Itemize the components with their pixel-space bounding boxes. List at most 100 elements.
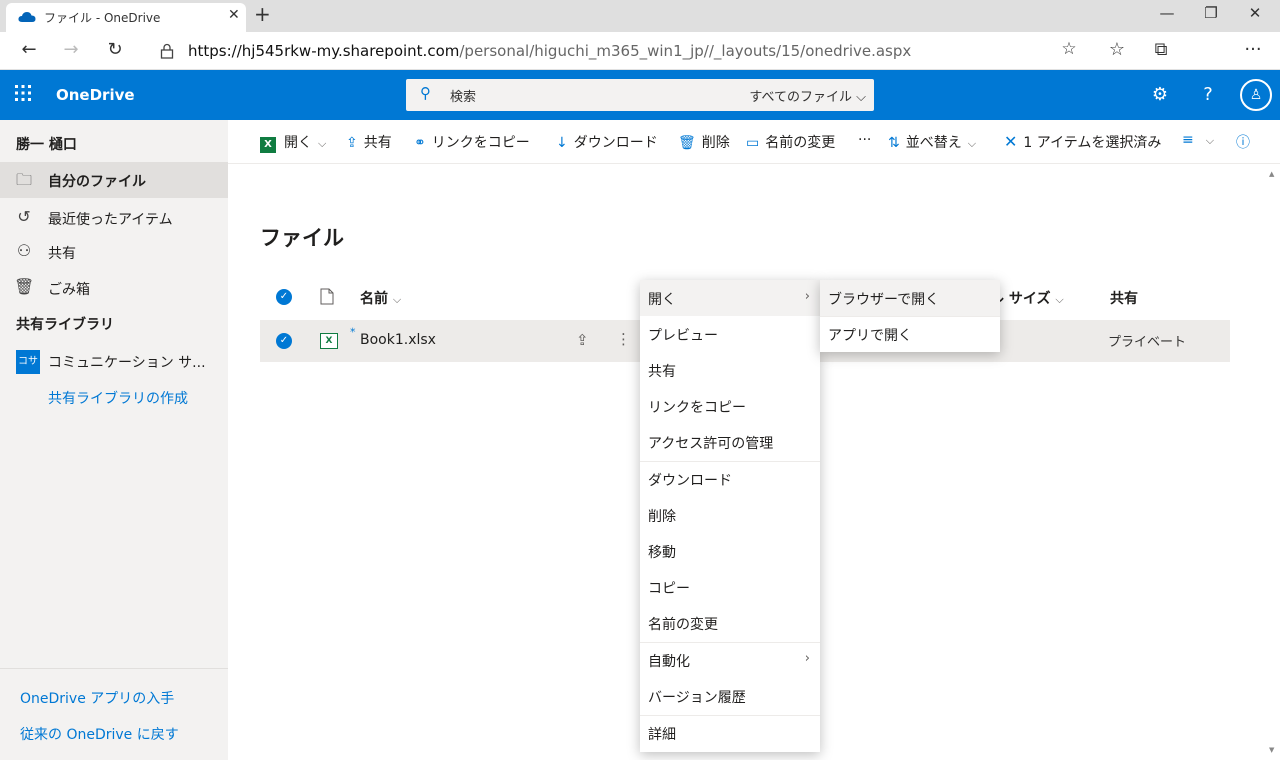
address-bar[interactable]: https://hj545rkw-my.sharepoint.com/perso…	[144, 36, 1090, 66]
sort-icon: ⇅	[888, 135, 900, 151]
delete-button[interactable]: 🗑 削除	[678, 132, 730, 152]
settings-gear-icon[interactable]: ⚙	[1145, 84, 1175, 105]
chevron-right-icon: ›	[804, 289, 810, 304]
favorite-star-icon[interactable]: ☆	[1054, 39, 1084, 59]
browser-tab[interactable]: ファイル - OneDrive ✕	[6, 3, 246, 32]
brand-name[interactable]: OneDrive	[56, 86, 135, 104]
menu-item-share[interactable]: 共有	[640, 352, 820, 388]
menu-item-open[interactable]: 開く ›	[640, 280, 820, 316]
forward-icon[interactable]: →	[56, 39, 86, 60]
page-title: ファイル	[260, 226, 344, 250]
window-close-icon[interactable]: ✕	[1240, 4, 1270, 22]
link-icon: ⚭	[414, 135, 426, 151]
sidebar-item-my-files[interactable]: 🗀 自分のファイル	[0, 162, 228, 198]
search-box[interactable]: ⚲ 検索 すべてのファイル ⌵	[406, 79, 874, 111]
menu-item-rename[interactable]: 名前の変更	[640, 605, 820, 641]
share-icon: ⇪	[346, 135, 358, 151]
browser-tab-strip: ファイル - OneDrive ✕ + — ❐ ✕	[0, 0, 1280, 32]
select-all-checkbox[interactable]: ✓	[276, 289, 292, 305]
search-scope-dropdown[interactable]: すべてのファイル ⌵	[749, 86, 866, 105]
menu-item-preview[interactable]: プレビュー	[640, 316, 820, 352]
rename-button[interactable]: ▭ 名前の変更	[746, 132, 835, 152]
people-icon: ⚇	[16, 241, 32, 260]
menu-item-version-history[interactable]: バージョン履歴	[640, 678, 820, 714]
download-icon: ↓	[556, 135, 568, 151]
new-tab-icon[interactable]: +	[254, 2, 271, 26]
scrollbar[interactable]: ▲ ▼	[1266, 164, 1280, 760]
column-header-size[interactable]: ル サイズ ⌵	[990, 288, 1064, 308]
info-icon[interactable]: ⓘ	[1236, 132, 1250, 152]
open-submenu: ブラウザーで開く アプリで開く	[820, 280, 1000, 352]
row-share-icon[interactable]: ⇪	[576, 331, 589, 349]
folder-icon: 🗀	[15, 170, 32, 189]
sidebar-item-recycle-bin[interactable]: 🗑 ごみ箱	[0, 270, 228, 306]
list-view-icon: ≡	[1182, 132, 1194, 148]
sidebar-item-recent[interactable]: ↺ 最近使ったアイテム	[0, 200, 228, 236]
menu-item-details[interactable]: 詳細	[640, 715, 820, 751]
search-icon: ⚲	[420, 84, 431, 102]
favorites-list-icon[interactable]: ☆	[1102, 39, 1132, 60]
file-name[interactable]: Book1.xlsx	[360, 332, 436, 348]
share-button[interactable]: ⇪ 共有	[346, 132, 392, 152]
menu-item-copy[interactable]: コピー	[640, 569, 820, 605]
minimize-icon[interactable]: —	[1152, 4, 1182, 22]
sidebar-divider	[0, 668, 228, 669]
chevron-right-icon: ›	[804, 651, 810, 666]
menu-item-open-in-app[interactable]: アプリで開く	[820, 316, 1000, 352]
chevron-down-icon: ⌵	[392, 293, 402, 306]
menu-item-open-in-browser[interactable]: ブラウザーで開く	[820, 280, 1000, 316]
copy-link-button[interactable]: ⚭ リンクをコピー	[414, 132, 530, 152]
refresh-icon[interactable]: ↻	[100, 39, 130, 60]
sidebar-item-library[interactable]: コミュニケーション サ...	[48, 352, 206, 372]
create-library-link[interactable]: 共有ライブラリの作成	[48, 388, 188, 408]
app-launcher-icon[interactable]	[14, 84, 32, 102]
account-avatar-icon[interactable]: ♙	[1240, 79, 1272, 111]
search-input[interactable]: 検索	[450, 86, 476, 105]
left-nav: 勝一 樋口 🗀 自分のファイル ↺ 最近使ったアイテム ⚇ 共有 🗑 ごみ箱 共…	[0, 120, 228, 760]
chevron-down-icon: ⌵	[318, 137, 327, 150]
help-icon[interactable]: ?	[1193, 84, 1223, 105]
chevron-down-icon: ⌵	[967, 137, 977, 150]
tab-title: ファイル - OneDrive	[44, 11, 161, 25]
url-text: https://hj545rkw-my.sharepoint.com/perso…	[188, 42, 912, 60]
download-button[interactable]: ↓ ダウンロード	[556, 132, 658, 152]
menu-item-move[interactable]: 移動	[640, 533, 820, 569]
trash-icon: 🗑	[678, 135, 696, 151]
chevron-down-icon: ⌵	[856, 90, 866, 105]
column-header-shared[interactable]: 共有	[1110, 288, 1138, 308]
get-app-link[interactable]: OneDrive アプリの入手	[20, 688, 174, 708]
menu-item-delete[interactable]: 削除	[640, 497, 820, 533]
browser-menu-icon[interactable]: ···	[1238, 39, 1268, 60]
more-commands-button[interactable]: ···	[858, 132, 871, 148]
close-icon: ✕	[1004, 132, 1018, 151]
restore-icon[interactable]: ❐	[1196, 4, 1226, 22]
trash-icon: 🗑	[14, 277, 35, 296]
tab-close-icon[interactable]: ✕	[228, 7, 240, 23]
sort-button[interactable]: ⇅ 並べ替え ⌵	[888, 132, 976, 152]
sidebar-item-label: 自分のファイル	[48, 174, 146, 190]
shared-status: プライベート	[1108, 335, 1187, 350]
menu-item-automate[interactable]: 自動化 ›	[640, 642, 820, 678]
sidebar-item-label: 最近使ったアイテム	[48, 212, 173, 228]
sidebar-item-shared[interactable]: ⚇ 共有	[0, 234, 228, 270]
menu-item-download[interactable]: ダウンロード	[640, 461, 820, 497]
open-button[interactable]: X 開く ⌵	[260, 132, 326, 153]
menu-item-copy-link[interactable]: リンクをコピー	[640, 388, 820, 424]
context-menu: 開く › プレビュー 共有 リンクをコピー アクセス許可の管理 ダウンロード 削除…	[640, 280, 820, 752]
sidebar-item-label: ごみ箱	[48, 282, 90, 298]
history-icon: ↺	[17, 207, 31, 226]
classic-onedrive-link[interactable]: 従来の OneDrive に戻す	[20, 724, 179, 744]
scroll-up-icon[interactable]: ▲	[1269, 170, 1274, 178]
collections-icon[interactable]: ⧉	[1146, 39, 1176, 60]
row-more-icon[interactable]: ⋮	[616, 330, 631, 348]
chevron-down-icon: ⌵	[1205, 134, 1215, 147]
row-checkbox[interactable]: ✓	[276, 333, 292, 349]
view-options-button[interactable]: ≡ ⌵	[1182, 132, 1214, 148]
back-icon[interactable]: ←	[14, 39, 44, 60]
browser-toolbar: ← → ↻ https://hj545rkw-my.sharepoint.com…	[0, 32, 1280, 94]
scroll-down-icon[interactable]: ▼	[1269, 746, 1274, 754]
excel-file-icon: X	[320, 333, 338, 349]
column-header-name[interactable]: 名前 ⌵	[360, 288, 401, 308]
clear-selection-button[interactable]: ✕ 1 アイテムを選択済み	[1004, 132, 1161, 152]
menu-item-manage-access[interactable]: アクセス許可の管理	[640, 424, 820, 460]
